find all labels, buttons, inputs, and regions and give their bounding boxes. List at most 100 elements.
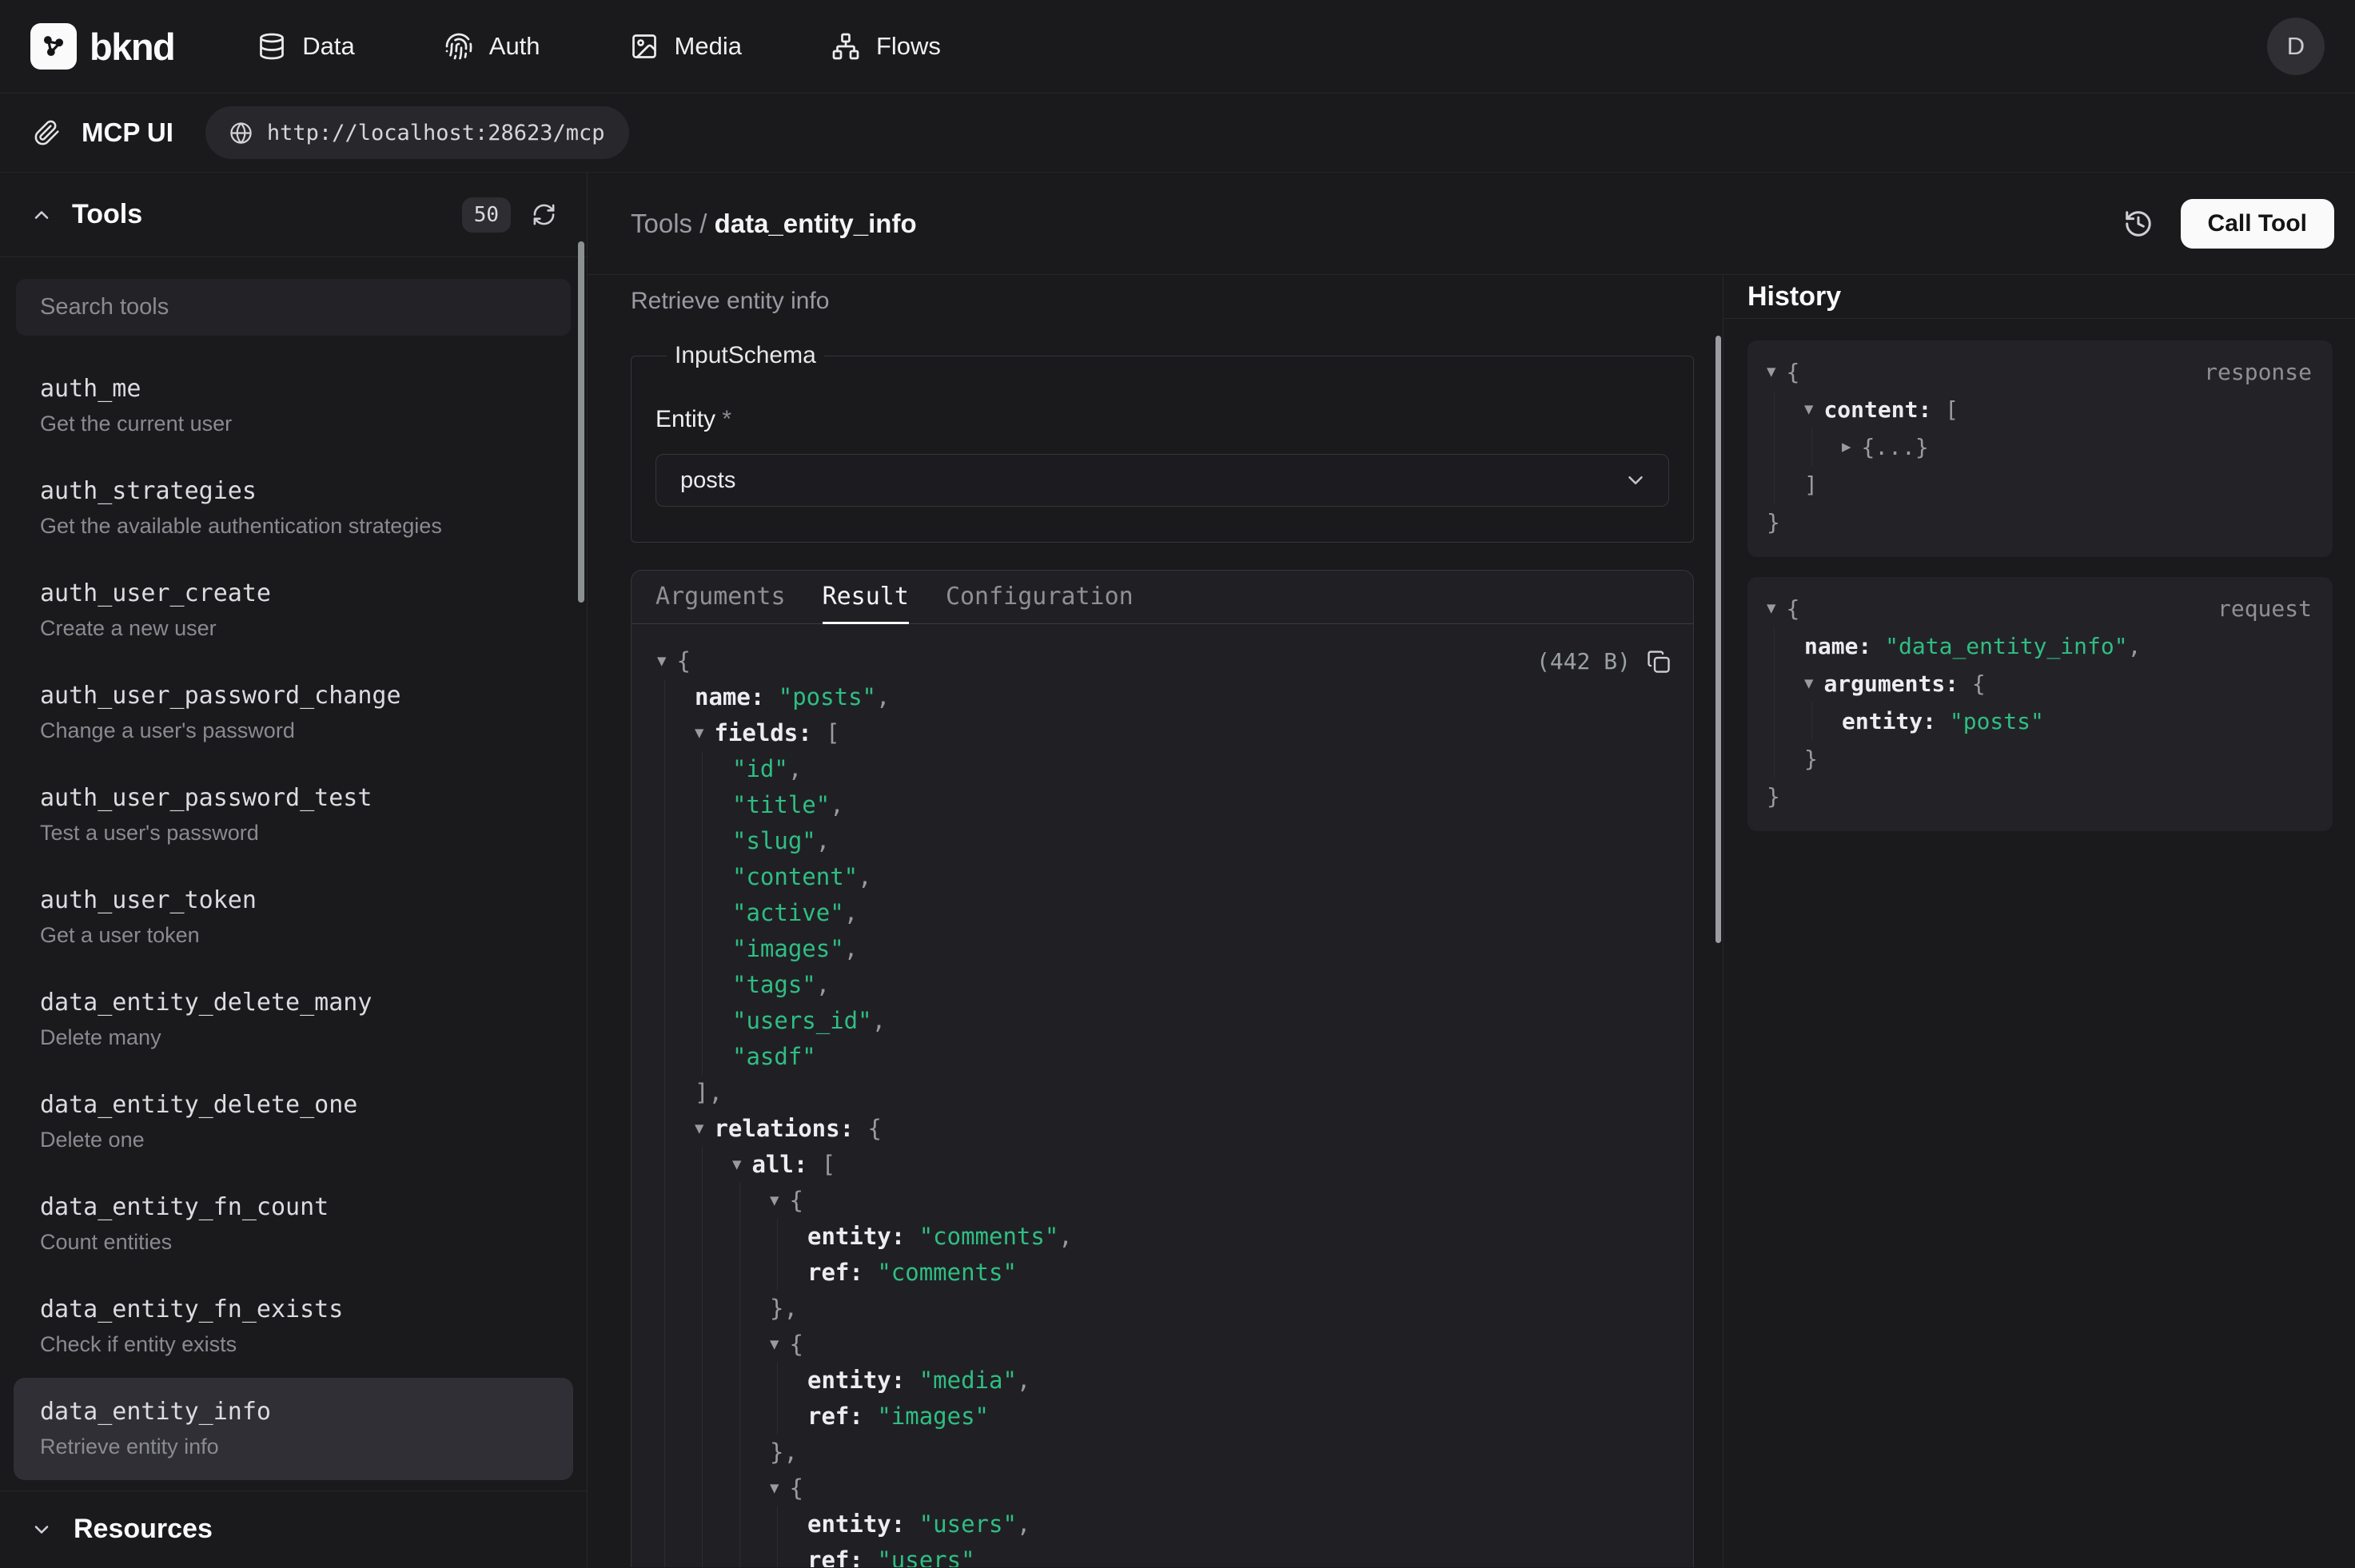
collapse-arrow-icon[interactable]: ▼ (1767, 590, 1775, 627)
main-scrollbar[interactable] (1715, 336, 1721, 943)
indent-guide (664, 1542, 665, 1567)
collapse-arrow-icon[interactable]: ▼ (695, 1111, 703, 1147)
json-string-value: "media" (919, 1363, 1017, 1399)
tools-section-header[interactable]: Tools 50 (0, 173, 587, 257)
json-punctuation: ] (1804, 466, 1818, 503)
json-string-value: "images" (877, 1399, 989, 1435)
user-avatar[interactable]: D (2267, 18, 2325, 75)
json-key: all: (751, 1147, 821, 1183)
tool-list-item-auth_user_token[interactable]: auth_user_tokenGet a user token (14, 866, 573, 969)
tool-list-item-auth_user_password_test[interactable]: auth_user_password_testTest a user's pas… (14, 764, 573, 866)
mcp-url: http://localhost:28623/mcp (267, 121, 605, 145)
collapse-arrow-icon[interactable]: ▼ (695, 715, 703, 751)
tool-list-item-data_entity_info[interactable]: data_entity_infoRetrieve entity info (14, 1378, 573, 1480)
resources-section-header[interactable]: Resources (0, 1490, 587, 1567)
indent-guide (777, 1255, 778, 1291)
database-icon (257, 32, 286, 61)
nav-item-media[interactable]: Media (630, 32, 742, 61)
bknd-logo-icon[interactable] (30, 23, 77, 70)
tool-list-item-auth_user_password_change[interactable]: auth_user_password_changeChange a user's… (14, 662, 573, 764)
page-title: MCP UI (82, 117, 173, 148)
expand-arrow-icon[interactable]: ▶ (1842, 428, 1851, 466)
tool-name: auth_strategies (40, 476, 547, 507)
tools-sidebar: Tools 50 auth_meGet the current userauth… (0, 173, 588, 1567)
sidebar-scrollbar[interactable] (578, 241, 584, 603)
tool-description: Get a user token (40, 920, 547, 950)
indent-guide (664, 1075, 665, 1111)
chevron-down-icon[interactable] (30, 1518, 53, 1541)
mcp-url-pill[interactable]: http://localhost:28623/mcp (205, 106, 629, 159)
tool-list-item-data_entity_fn_exists[interactable]: data_entity_fn_existsCheck if entity exi… (14, 1275, 573, 1378)
json-line: ▼arguments: { (1757, 665, 2312, 702)
tool-list-item-auth_strategies[interactable]: auth_strategiesGet the available authent… (14, 457, 573, 559)
json-punctuation: { (789, 1470, 803, 1506)
call-tool-button[interactable]: Call Tool (2181, 199, 2334, 249)
tool-description: Retrieve entity info (631, 286, 1694, 316)
json-line: ▼{ (644, 1470, 1671, 1506)
json-line: "asdf" (644, 1039, 1671, 1075)
tab-configuration[interactable]: Configuration (946, 571, 1134, 624)
json-line: "users_id", (644, 1003, 1671, 1039)
refresh-icon (532, 202, 556, 227)
nav-item-flows[interactable]: Flows (831, 32, 941, 61)
indent-guide (664, 931, 665, 967)
collapse-arrow-icon[interactable]: ▼ (1804, 391, 1813, 428)
json-line: ref: "images" (644, 1399, 1671, 1435)
collapse-arrow-icon[interactable]: ▼ (1767, 353, 1775, 391)
breadcrumb-section[interactable]: Tools (631, 209, 692, 238)
entity-select-value: posts (680, 468, 735, 494)
breadcrumb: Tools / data_entity_info (631, 209, 917, 239)
indent-guide (664, 1363, 665, 1399)
collapse-arrow-icon[interactable]: ▼ (1804, 665, 1813, 702)
collapse-arrow-icon[interactable]: ▼ (770, 1183, 779, 1219)
json-punctuation: }, (770, 1435, 798, 1470)
history-entry-response[interactable]: ▼{response▼content: [▶{...}]} (1747, 340, 2333, 557)
tab-arguments[interactable]: Arguments (655, 571, 786, 624)
tool-list-item-data_entity_delete_one[interactable]: data_entity_delete_oneDelete one (14, 1071, 573, 1173)
indent-guide (739, 1506, 740, 1542)
indent-guide (739, 1291, 740, 1327)
indent-guide (739, 1435, 740, 1470)
tool-description: Change a user's password (40, 715, 547, 746)
search-tools-input[interactable] (16, 279, 571, 336)
indent-guide (702, 1470, 703, 1506)
json-punctuation: { (676, 643, 690, 679)
copy-button[interactable] (1647, 650, 1671, 674)
history-entry-request[interactable]: ▼{requestname: "data_entity_info",▼argum… (1747, 577, 2333, 831)
collapse-arrow-icon[interactable]: ▼ (770, 1470, 779, 1506)
collapse-arrow-icon[interactable]: ▼ (657, 643, 666, 679)
json-punctuation: } (1804, 740, 1818, 778)
json-punctuation: { (868, 1111, 882, 1147)
chevron-up-icon[interactable] (30, 204, 53, 226)
refresh-button[interactable] (532, 202, 556, 227)
collapse-arrow-icon[interactable]: ▼ (732, 1147, 741, 1183)
json-key: ref: (807, 1255, 877, 1291)
tool-list-item-data_entity_fn_count[interactable]: data_entity_fn_countCount entities (14, 1173, 573, 1275)
nav-item-auth[interactable]: Auth (444, 32, 540, 61)
nav-item-data[interactable]: Data (257, 32, 354, 61)
history-toggle-button[interactable] (2123, 209, 2154, 239)
tool-list-item-auth_user_create[interactable]: auth_user_createCreate a new user (14, 559, 573, 662)
indent-guide (702, 1183, 703, 1219)
indent-guide (702, 823, 703, 859)
image-icon (630, 32, 659, 61)
indent-guide (702, 967, 703, 1003)
tool-name: data_entity_fn_count (40, 1192, 547, 1224)
json-string-value: "users" (919, 1506, 1017, 1542)
app-logo-text[interactable]: bknd (90, 25, 174, 69)
indent-guide (664, 859, 665, 895)
json-comma: , (816, 823, 830, 859)
collapse-arrow-icon[interactable]: ▼ (770, 1327, 779, 1363)
json-line: } (1757, 503, 2312, 541)
history-clock-icon (2123, 209, 2154, 239)
entity-select[interactable]: posts (655, 454, 1669, 507)
json-punctuation: [ (826, 715, 839, 751)
json-line: ▼relations: { (644, 1111, 1671, 1147)
tab-result[interactable]: Result (823, 571, 909, 624)
json-punctuation: ], (695, 1075, 723, 1111)
indent-guide (702, 1219, 703, 1255)
json-line: ▼{ (644, 1327, 1671, 1363)
tool-list-item-auth_me[interactable]: auth_meGet the current user (14, 355, 573, 457)
json-line: ref: "users" (644, 1542, 1671, 1567)
tool-list-item-data_entity_delete_many[interactable]: data_entity_delete_manyDelete many (14, 969, 573, 1071)
